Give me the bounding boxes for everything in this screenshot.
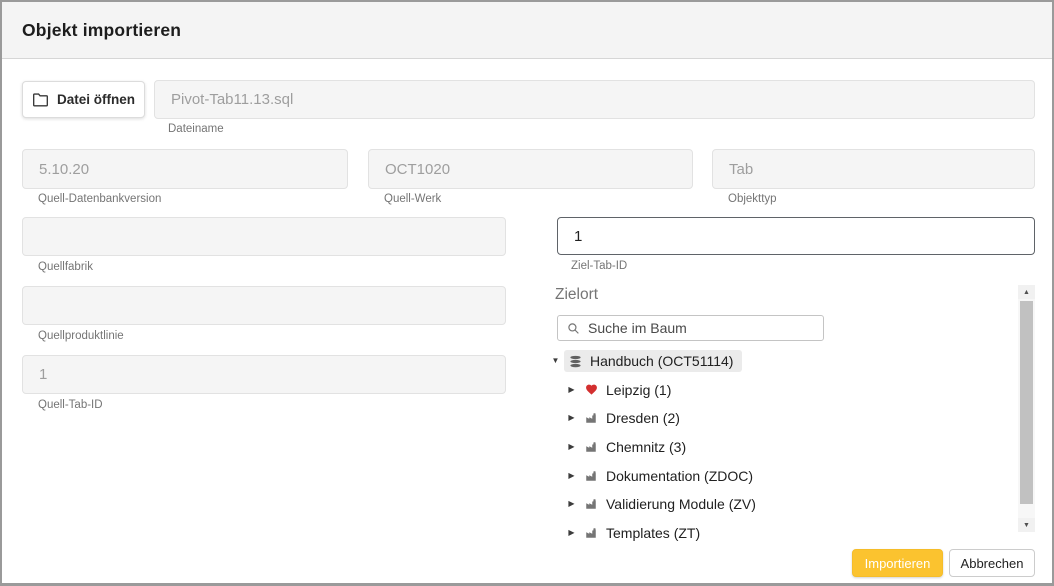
tree-node[interactable]: ▶ Chemnitz (3) xyxy=(547,433,1013,462)
tree-node[interactable]: ▶ Leipzig (1) xyxy=(547,376,1013,405)
dialog-header: Objekt importieren xyxy=(2,2,1052,59)
caret-collapsed-icon[interactable]: ▶ xyxy=(563,386,580,394)
tree-node[interactable]: ▶ Dresden (2) xyxy=(547,404,1013,433)
cancel-button[interactable]: Abbrechen xyxy=(949,549,1035,577)
folder-icon xyxy=(32,92,49,107)
tree-node-content[interactable]: Templates (ZT) xyxy=(580,522,709,542)
target-tab-id-label: Ziel-Tab-ID xyxy=(571,260,627,272)
tree-node-content[interactable]: Leipzig (1) xyxy=(580,379,680,401)
tree: ▼ Handbuch (OCT51114) ▶ Leipzig (1) ▶ Dresden… xyxy=(547,347,1013,542)
source-db-version-input xyxy=(22,149,348,189)
tree-scrollbar[interactable]: ▲ ▼ xyxy=(1018,285,1035,532)
dialog-title: Objekt importieren xyxy=(22,20,181,41)
source-plant-input xyxy=(368,149,693,189)
heart-icon xyxy=(585,383,599,396)
tree-node[interactable]: ▶ Validierung Module (ZV) xyxy=(547,490,1013,519)
filename-label: Dateiname xyxy=(168,123,224,135)
caret-collapsed-icon[interactable]: ▶ xyxy=(563,414,580,422)
source-db-version-label: Quell-Datenbankversion xyxy=(38,193,161,205)
tree-node-label: Leipzig (1) xyxy=(606,382,671,398)
tree-node-content[interactable]: Handbuch (OCT51114) xyxy=(564,350,742,372)
target-location-heading: Zielort xyxy=(555,286,598,304)
source-product-line-label: Quellproduktlinie xyxy=(38,330,124,342)
tree-node-content[interactable]: Dresden (2) xyxy=(580,407,689,429)
tree-node-label: Chemnitz (3) xyxy=(606,439,686,455)
object-type-input xyxy=(712,149,1035,189)
source-tab-id-label: Quell-Tab-ID xyxy=(38,399,103,411)
tree-node-content[interactable]: Dokumentation (ZDOC) xyxy=(580,465,762,487)
tree-node[interactable]: ▶ Templates (ZT) xyxy=(547,519,1013,542)
source-plant-label: Quell-Werk xyxy=(384,193,441,205)
tree-node-label: Templates (ZT) xyxy=(606,525,700,541)
import-button[interactable]: Importieren xyxy=(852,549,943,577)
scrollbar-thumb[interactable] xyxy=(1020,301,1033,504)
caret-expanded-icon[interactable]: ▼ xyxy=(547,357,564,365)
factory-icon xyxy=(585,498,599,510)
source-factory-input xyxy=(22,217,506,256)
source-factory-label: Quellfabrik xyxy=(38,261,93,273)
caret-collapsed-icon[interactable]: ▶ xyxy=(563,500,580,508)
tree-node-content[interactable]: Chemnitz (3) xyxy=(580,436,695,458)
factory-icon xyxy=(585,527,599,539)
tree-node-label: Dresden (2) xyxy=(606,410,680,426)
factory-icon xyxy=(585,441,599,453)
tree-search-input[interactable] xyxy=(588,320,817,336)
tree-node-label: Dokumentation (ZDOC) xyxy=(606,468,753,484)
factory-icon xyxy=(585,412,599,424)
database-icon xyxy=(569,355,583,368)
source-tab-id-input xyxy=(22,355,506,394)
scroll-down-icon[interactable]: ▼ xyxy=(1018,518,1035,532)
caret-collapsed-icon[interactable]: ▶ xyxy=(563,472,580,480)
tree-node-content[interactable]: Validierung Module (ZV) xyxy=(580,493,765,515)
tree-node-label: Handbuch (OCT51114) xyxy=(590,353,733,369)
factory-icon xyxy=(585,470,599,482)
caret-collapsed-icon[interactable]: ▶ xyxy=(563,443,580,451)
caret-collapsed-icon[interactable]: ▶ xyxy=(563,529,580,537)
import-dialog: Objekt importieren Datei öffnen Dateinam… xyxy=(0,0,1054,586)
object-type-label: Objekttyp xyxy=(728,193,777,205)
open-file-button-label: Datei öffnen xyxy=(57,92,135,107)
open-file-button[interactable]: Datei öffnen xyxy=(22,81,145,118)
source-product-line-input xyxy=(22,286,506,325)
tree-search xyxy=(557,315,824,341)
tree-node-label: Validierung Module (ZV) xyxy=(606,496,756,512)
target-tab-id-input[interactable] xyxy=(557,217,1035,255)
tree-node[interactable]: ▼ Handbuch (OCT51114) xyxy=(547,347,1013,376)
tree-node[interactable]: ▶ Dokumentation (ZDOC) xyxy=(547,461,1013,490)
filename-input xyxy=(154,80,1035,119)
scroll-up-icon[interactable]: ▲ xyxy=(1018,285,1035,299)
search-icon xyxy=(567,322,580,335)
